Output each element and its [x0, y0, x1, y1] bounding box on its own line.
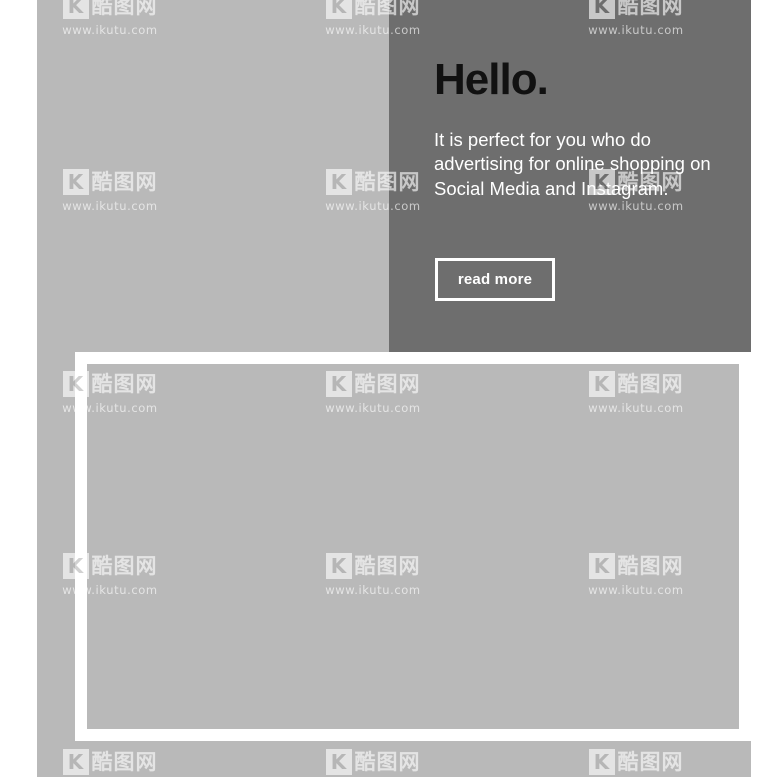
hero-title: Hello.	[434, 55, 549, 104]
left-image-placeholder	[37, 0, 389, 355]
read-more-button[interactable]: read more	[435, 258, 555, 301]
hero-card: Hello. It is perfect for you who do adve…	[389, 0, 751, 355]
bottom-white-frame	[75, 352, 751, 741]
hero-body-text: It is perfect for you who do advertising…	[434, 129, 711, 199]
poster-canvas: Hello. It is perfect for you who do adve…	[0, 0, 777, 777]
